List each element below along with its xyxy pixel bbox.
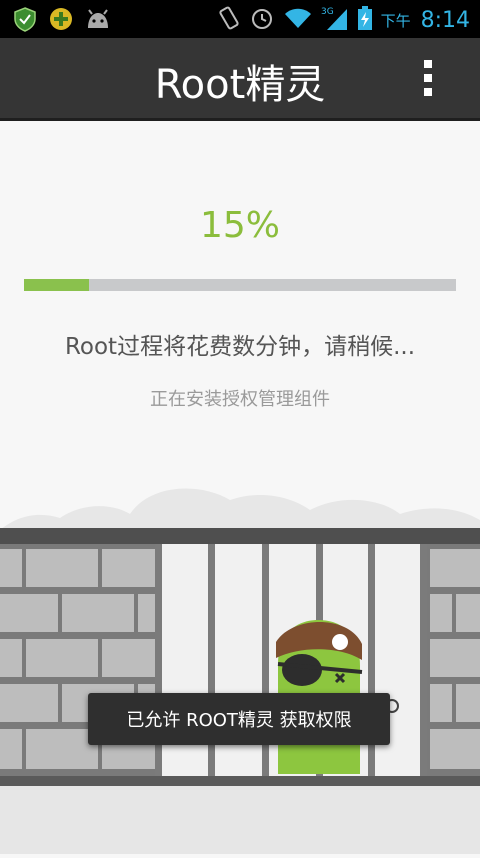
wifi-icon <box>283 6 313 34</box>
overflow-menu-icon[interactable] <box>424 60 434 96</box>
toast-notification: 已允许 ROOT精灵 获取权限 <box>88 693 390 745</box>
system-status: 3G 下午 8:14 <box>217 5 470 35</box>
overflow-dot <box>424 60 432 68</box>
shield-icon <box>12 6 38 36</box>
overflow-dot <box>424 74 432 82</box>
plus-badge-icon <box>48 6 74 36</box>
jail-illustration <box>0 474 480 854</box>
progress-fill <box>24 279 89 291</box>
svg-text:3G: 3G <box>321 7 334 17</box>
notification-icons <box>12 6 112 36</box>
status-message: Root过程将花费数分钟，请稍候... <box>64 334 416 360</box>
overflow-dot <box>424 88 432 96</box>
android-icon <box>84 8 112 34</box>
vibrate-icon <box>217 5 241 35</box>
battery-charging-icon <box>357 5 373 35</box>
clock-ampm: 下午 <box>380 11 411 30</box>
action-bar: Root精灵 <box>0 38 480 121</box>
clock: 8:14 <box>420 7 470 33</box>
signal-3g-icon: 3G <box>321 5 349 35</box>
alarm-icon <box>249 5 275 35</box>
app-title: Root精灵 <box>154 62 326 108</box>
status-submessage: 正在安装授权管理组件 <box>150 389 330 410</box>
status-bar: 3G 下午 8:14 <box>0 0 480 38</box>
progress-bar <box>24 279 456 291</box>
progress-percent: 15% <box>199 205 280 246</box>
